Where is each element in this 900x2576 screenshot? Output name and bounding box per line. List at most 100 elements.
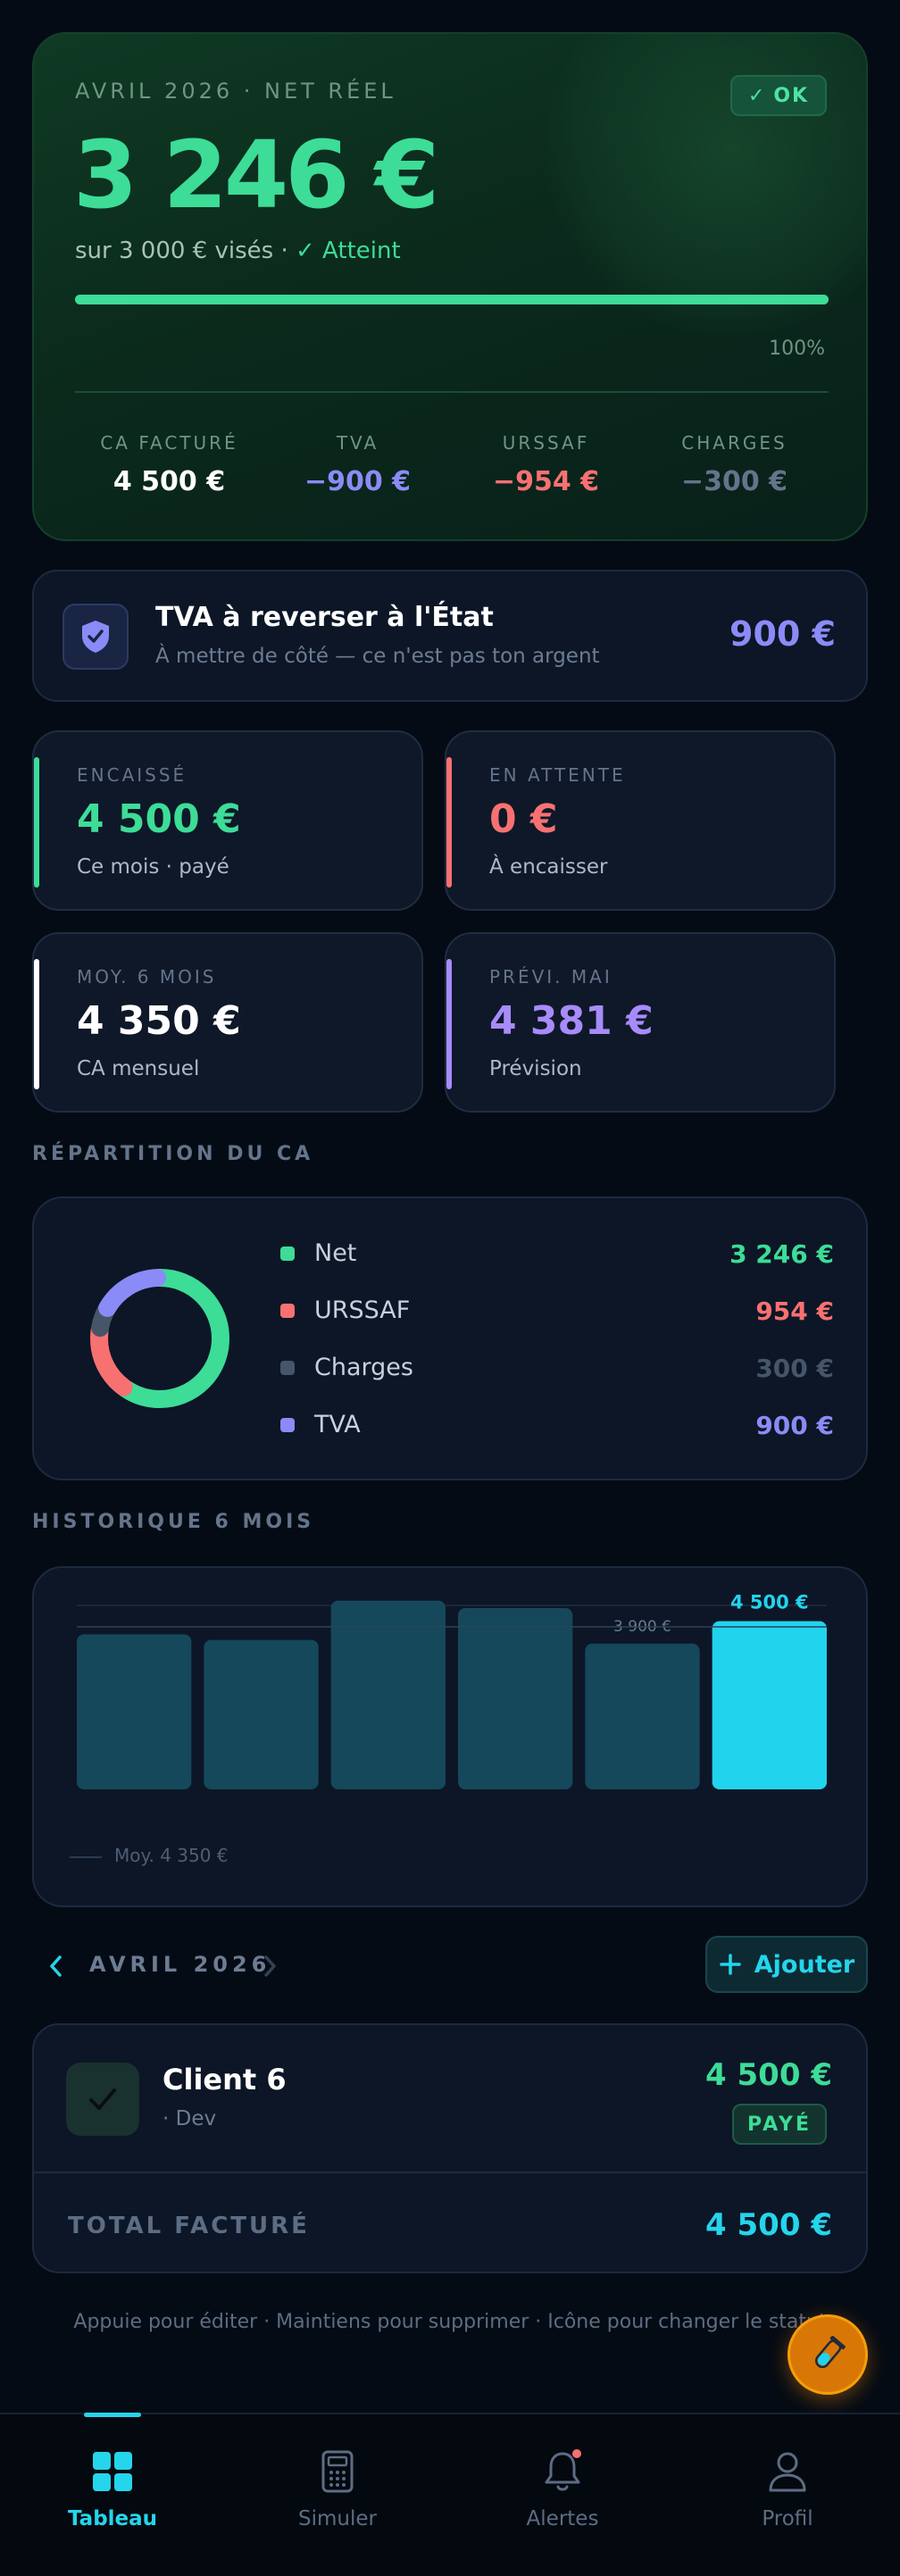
avg-legend-line	[70, 1856, 102, 1858]
tva-title: TVA à reverser à l'État	[155, 602, 494, 633]
nav-label: Profil	[762, 2507, 813, 2530]
status-badge: ✓ OK	[730, 75, 827, 116]
add-invoice-button[interactable]: Ajouter	[705, 1936, 868, 1993]
nav-tab-tableau[interactable]: Tableau	[0, 2413, 225, 2576]
kpi-sub: Ce mois · payé	[77, 855, 229, 879]
status-toggle-button[interactable]	[66, 2063, 139, 2136]
kpi-encaisse[interactable]: ENCAISSÉ 4 500 € Ce mois · payé	[32, 730, 423, 911]
nav-label: Simuler	[298, 2507, 377, 2530]
stat-value: −300 €	[680, 466, 788, 497]
repartition-card: Net 3 246 € URSSAF 954 € Charges 300 € T…	[32, 1196, 868, 1480]
shield-icon	[62, 604, 129, 670]
stat-ca-facture: CA FACTURÉ 4 500 €	[75, 432, 263, 497]
goal-progress-percent: 100%	[769, 338, 825, 360]
stat-label: CA FACTURÉ	[100, 432, 238, 454]
kpi-moyenne[interactable]: MOY. 6 MOIS 4 350 € CA mensuel	[32, 932, 423, 1113]
history-bar[interactable]	[77, 1634, 192, 1789]
divider	[34, 2172, 866, 2173]
add-button-label: Ajouter	[754, 1950, 855, 1979]
kpi-label: MOY. 6 MOIS	[77, 966, 217, 988]
user-icon	[761, 2445, 814, 2498]
previous-month-button[interactable]	[41, 1947, 70, 1986]
total-value: 4 500 €	[705, 2207, 832, 2243]
kpi-label: ENCAISSÉ	[77, 764, 188, 786]
divider	[75, 391, 829, 393]
stat-label: CHARGES	[681, 432, 788, 454]
kpi-prevision[interactable]: PRÉVI. MAI 4 381 € Prévision	[445, 932, 836, 1113]
legend-value: 3 246 €	[729, 1239, 834, 1269]
nav-tab-profil[interactable]: Profil	[675, 2414, 900, 2576]
legend-tva: TVA 900 €	[280, 1407, 834, 1443]
legend-net: Net 3 246 €	[280, 1236, 834, 1271]
kpi-label: EN ATTENTE	[489, 764, 626, 786]
check-icon: ✓	[295, 238, 315, 264]
legend-dot	[280, 1304, 295, 1318]
calculator-icon	[311, 2445, 364, 2498]
total-label: TOTAL FACTURÉ	[68, 2213, 310, 2239]
nav-tab-alertes[interactable]: Alertes	[450, 2414, 675, 2576]
kpi-accent-bar	[34, 757, 39, 888]
check-icon: ✓	[747, 84, 767, 107]
net-summary-card: AVRIL 2026 · NET RÉEL ✓ OK 3 246 € sur 3…	[32, 32, 868, 541]
legend-dot	[280, 1361, 295, 1375]
invoice-meta: · Dev	[162, 2107, 217, 2130]
kpi-sub: À encaisser	[489, 855, 608, 879]
kpi-label: PRÉVI. MAI	[489, 966, 612, 988]
kpi-value: 0 €	[489, 796, 558, 842]
invoice-status-badge: PAYÉ	[732, 2104, 827, 2145]
section-title-repartition: RÉPARTITION DU CA	[32, 1143, 314, 1165]
legend-name: URSSAF	[314, 1296, 411, 1324]
kpi-en-attente[interactable]: EN ATTENTE 0 € À encaisser	[445, 730, 836, 911]
kpi-accent-bar	[446, 959, 452, 1089]
stat-tva: TVA −900 €	[263, 432, 452, 497]
history-bar[interactable]	[204, 1639, 319, 1789]
kpi-value: 4 500 €	[77, 796, 241, 842]
history-bar[interactable]	[712, 1621, 827, 1789]
goal-text: sur 3 000 € visés · ✓ Atteint	[75, 238, 401, 264]
status-badge-label: OK	[773, 84, 810, 107]
chevron-right-icon	[264, 1955, 276, 1977]
legend-value: 954 €	[755, 1296, 834, 1326]
legend-value: 900 €	[755, 1411, 834, 1440]
tva-amount: 900 €	[729, 614, 836, 654]
legend-charges: Charges 300 €	[280, 1350, 834, 1386]
goal-progress-bar	[75, 295, 829, 304]
history-bar[interactable]	[458, 1608, 573, 1789]
nav-tab-simuler[interactable]: Simuler	[225, 2414, 450, 2576]
history-bar[interactable]	[585, 1643, 700, 1789]
legend-dot	[280, 1246, 295, 1261]
goal-status: Atteint	[322, 238, 401, 264]
goal-prefix: sur 3 000 € visés ·	[75, 238, 288, 264]
stat-charges: CHARGES −300 €	[640, 432, 829, 497]
current-month-label: AVRIL 2026	[89, 1952, 271, 1977]
kpi-accent-bar	[34, 959, 39, 1089]
stat-value: −954 €	[492, 466, 600, 497]
history-bar[interactable]	[330, 1600, 446, 1789]
invoice-client-name: Client 6	[162, 2063, 287, 2097]
notification-dot	[572, 2449, 581, 2458]
stat-value: −900 €	[304, 466, 412, 497]
stat-label: TVA	[336, 432, 379, 454]
test-tube-fab-button[interactable]	[788, 2314, 868, 2395]
next-month-button[interactable]	[255, 1947, 284, 1986]
legend-dot	[280, 1418, 295, 1432]
check-icon	[89, 2088, 116, 2110]
net-amount: 3 246 €	[73, 121, 439, 229]
legend-name: Charges	[314, 1354, 413, 1381]
tva-reminder-card[interactable]: TVA à reverser à l'État À mettre de côté…	[32, 570, 868, 702]
bell-icon	[536, 2445, 589, 2498]
tva-subtitle: À mettre de côté — ce n'est pas ton arge…	[155, 645, 600, 668]
invoice-amount: 4 500 €	[705, 2057, 832, 2093]
kpi-sub: CA mensuel	[77, 1057, 200, 1080]
nav-label: Tableau	[67, 2507, 158, 2530]
section-title-historique: HISTORIQUE 6 MOIS	[32, 1511, 315, 1533]
goal-progress-fill	[75, 295, 829, 304]
stat-value: 4 500 €	[112, 466, 226, 497]
legend-value: 300 €	[755, 1354, 834, 1383]
chevron-left-icon	[50, 1955, 62, 1977]
bar-value-label: 4 500 €	[730, 1592, 809, 1613]
plus-icon	[720, 1954, 741, 1975]
invoice-card[interactable]: Client 6 · Dev 4 500 € PAYÉ TOTAL FACTUR…	[32, 2023, 868, 2273]
bottom-navigation: Tableau Simuler Alertes Profil	[0, 2413, 900, 2576]
test-tube-icon	[814, 2336, 846, 2369]
